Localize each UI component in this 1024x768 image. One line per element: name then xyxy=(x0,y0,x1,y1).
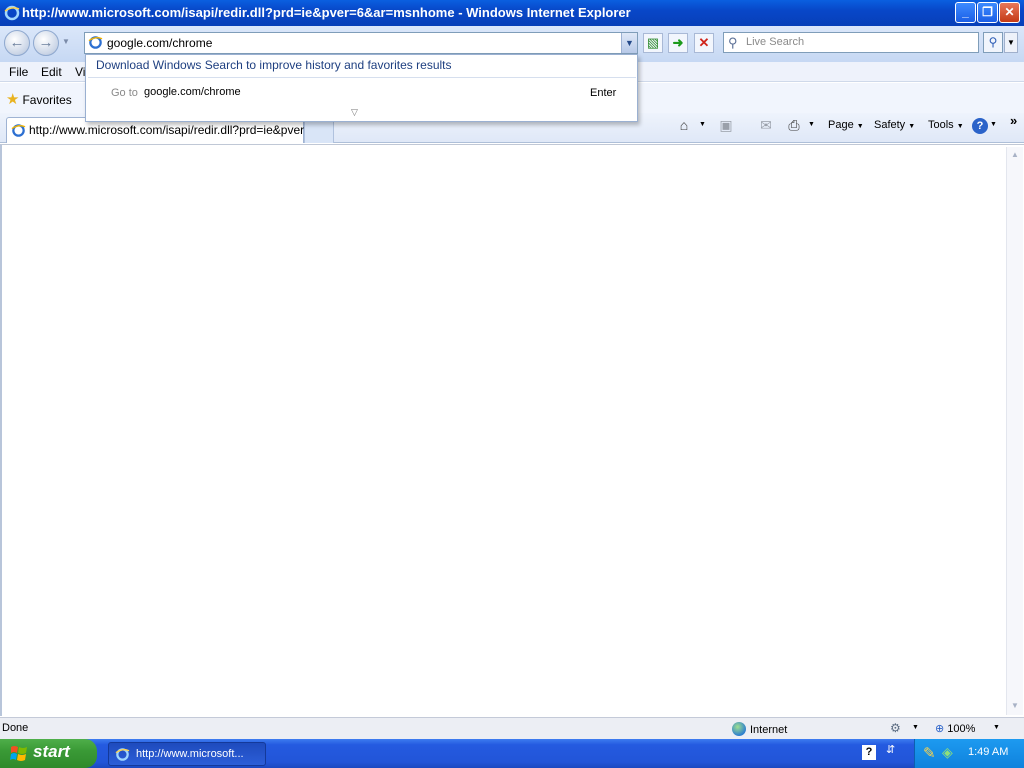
page-dropdown-icon: ▼ xyxy=(856,123,864,130)
address-autocomplete-dropdown: Download Windows Search to improve histo… xyxy=(85,54,638,122)
feeds-icon[interactable]: ▣ xyxy=(717,117,735,135)
print-dropdown-icon[interactable]: ▼ xyxy=(808,121,815,128)
enter-hint: Enter xyxy=(590,87,617,99)
help-dropdown-icon[interactable]: ▼ xyxy=(990,121,997,128)
clock: 1:49 AM xyxy=(968,746,1009,758)
zone-label: Internet xyxy=(750,724,788,736)
internet-globe-icon xyxy=(732,722,746,736)
status-bar: Done Internet ⚙ ▼ ⊕ 100% ▼ xyxy=(0,717,1024,739)
expand-chevron-icon[interactable]: ▽ xyxy=(351,107,358,118)
zoom-icon: ⊕ xyxy=(935,723,945,735)
start-button[interactable]: start xyxy=(0,739,97,768)
close-button[interactable]: ✕ xyxy=(999,2,1020,23)
tools-menu-label: Tools xyxy=(928,119,954,131)
system-tray: ✎ ◈ 1:49 AM xyxy=(914,739,1024,768)
chevron-more-icon[interactable]: » xyxy=(1010,113,1017,128)
start-label: start xyxy=(33,742,70,761)
help-tray-icon[interactable]: ? xyxy=(862,745,876,760)
favorites-button[interactable]: ★ Favorites xyxy=(6,90,72,108)
favorites-star-icon: ★ xyxy=(6,91,20,108)
safety-menu[interactable]: Safety ▼ xyxy=(874,119,915,131)
taskbar-item-label: http://www.microsoft... xyxy=(136,748,244,760)
tab-title: http://www.microsoft.com/isapi/redir.dll… xyxy=(29,123,314,137)
back-button[interactable]: ← xyxy=(4,30,30,56)
protected-dropdown-icon[interactable]: ▼ xyxy=(912,724,919,731)
address-dropdown-button[interactable]: ▼ xyxy=(621,33,637,53)
title-bar: http://www.microsoft.com/isapi/redir.dll… xyxy=(0,0,1024,26)
maximize-button[interactable]: ❐ xyxy=(977,2,998,23)
recent-pages-dropdown-icon[interactable]: ▼ xyxy=(62,37,70,46)
address-input[interactable]: google.com/chrome xyxy=(107,36,212,50)
scroll-up-arrow[interactable]: ▲ xyxy=(1008,148,1022,162)
safety-dropdown-icon: ▼ xyxy=(908,123,916,130)
language-tray-icon[interactable]: ⇵ xyxy=(886,743,895,756)
scroll-down-arrow[interactable]: ▼ xyxy=(1008,699,1022,713)
go-button[interactable]: ➜ xyxy=(668,33,688,53)
new-tab-button[interactable] xyxy=(304,119,334,143)
minimize-button[interactable]: _ xyxy=(955,2,976,23)
zoom-level[interactable]: ⊕ 100% xyxy=(935,722,975,735)
menu-file[interactable]: File xyxy=(9,65,28,79)
help-icon[interactable]: ? xyxy=(972,118,988,134)
page-content xyxy=(0,144,1024,716)
zoom-label: 100% xyxy=(947,723,976,735)
home-icon[interactable]: ⌂ xyxy=(675,117,693,135)
ie-taskbar-icon xyxy=(115,748,130,761)
search-options-dropdown[interactable]: ▼ xyxy=(1004,32,1018,53)
favorites-label: Favorites xyxy=(22,93,72,107)
search-go-button[interactable]: ⚲ xyxy=(983,32,1003,53)
search-box[interactable]: ⚲ Live Search xyxy=(723,32,979,53)
menu-view[interactable]: Vi xyxy=(75,65,85,79)
taskbar: start http://www.microsoft... ? ⇵ ✎ ◈ 1:… xyxy=(0,739,1024,768)
forward-button[interactable]: → xyxy=(33,30,59,56)
search-input[interactable]: Live Search xyxy=(746,36,804,48)
windows-flag-icon xyxy=(10,746,27,761)
taskbar-item-ie[interactable]: http://www.microsoft... xyxy=(108,742,266,766)
zoom-dropdown-icon[interactable]: ▼ xyxy=(993,724,1000,731)
ie-logo-icon xyxy=(4,5,20,21)
download-windows-search-link[interactable]: Download Windows Search to improve histo… xyxy=(96,58,452,72)
status-text: Done xyxy=(2,722,29,734)
protected-mode-icon[interactable]: ⚙ xyxy=(890,721,901,735)
address-bar[interactable]: google.com/chrome ▼ xyxy=(84,32,638,54)
ie-page-icon xyxy=(88,36,103,49)
goto-suggestion[interactable]: google.com/chrome xyxy=(144,86,241,98)
print-icon[interactable]: ⎙ xyxy=(785,117,803,135)
security-zone[interactable]: Internet xyxy=(732,722,787,736)
goto-label: Go to xyxy=(111,87,138,99)
tools-menu[interactable]: Tools ▼ xyxy=(928,119,964,131)
window-title: http://www.microsoft.com/isapi/redir.dll… xyxy=(22,5,631,20)
stop-button[interactable]: ✕ xyxy=(694,33,714,53)
safety-menu-label: Safety xyxy=(874,119,906,131)
ie-tab-icon xyxy=(11,124,26,137)
tools-dropdown-icon: ▼ xyxy=(956,123,964,130)
home-dropdown-icon[interactable]: ▼ xyxy=(699,121,706,128)
network-tray-icon[interactable]: ✎ xyxy=(923,744,936,762)
page-menu-label: Page xyxy=(828,119,854,131)
security-tray-icon[interactable]: ◈ xyxy=(942,744,953,761)
menu-edit[interactable]: Edit xyxy=(41,65,62,79)
vertical-scrollbar[interactable] xyxy=(1006,147,1023,715)
compatibility-icon[interactable]: ▧ xyxy=(643,33,663,53)
dropdown-divider xyxy=(88,77,636,78)
mail-icon[interactable]: ✉ xyxy=(757,117,775,135)
page-menu[interactable]: Page ▼ xyxy=(828,119,864,131)
search-icon: ⚲ xyxy=(728,35,738,50)
